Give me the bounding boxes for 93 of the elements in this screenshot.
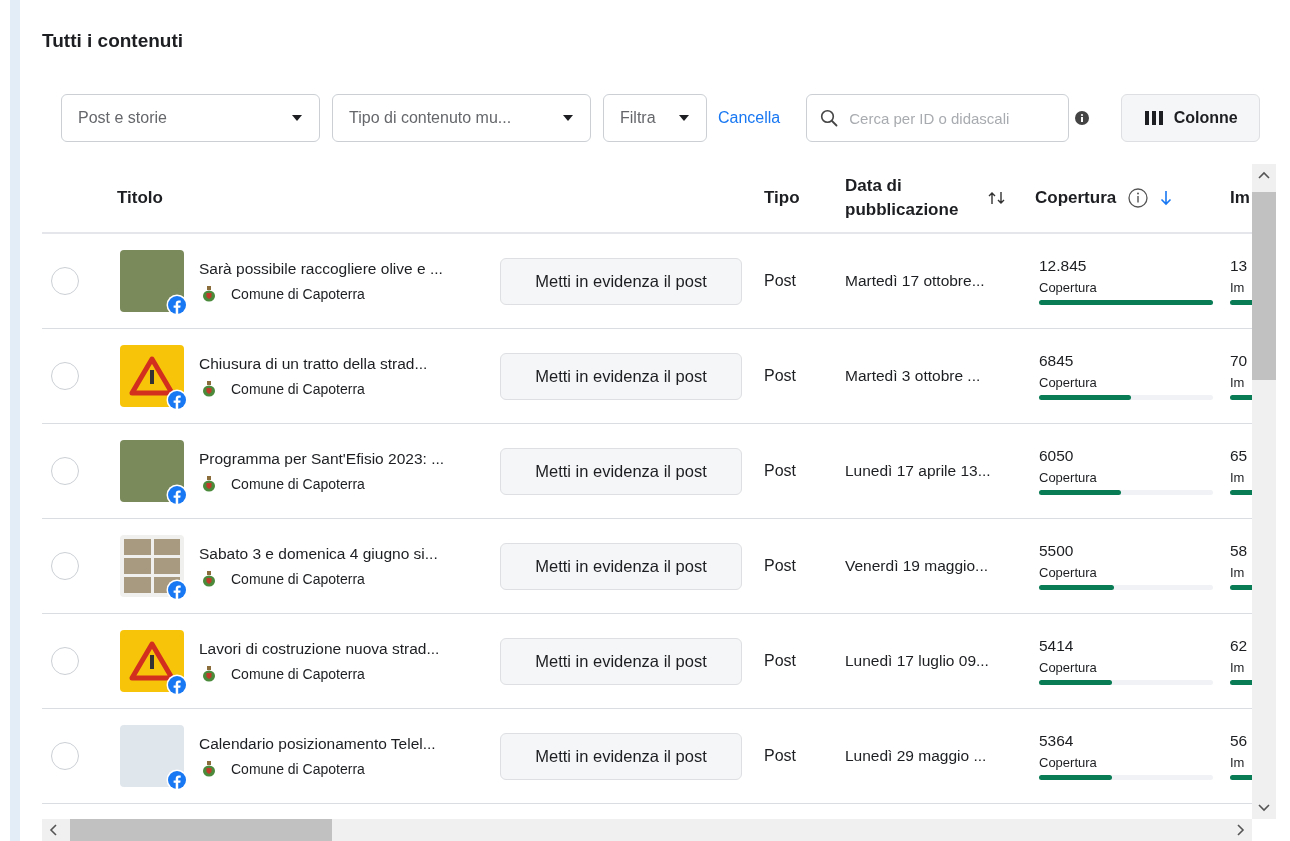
reach-value: 6845 xyxy=(1039,352,1075,370)
page-name: Comune di Capoterra xyxy=(231,761,365,777)
crest-icon xyxy=(202,571,216,587)
column-header: Tipo xyxy=(764,188,800,208)
filter-dropdown[interactable]: Filtra xyxy=(603,94,707,142)
filter-dropdown[interactable]: Tipo di contenuto mu... xyxy=(332,94,591,142)
post-title[interactable]: Chiusura di un tratto della strad... xyxy=(199,355,428,373)
metric-label: Im xyxy=(1230,375,1246,390)
search-field[interactable]: Cerca per ID o didascali xyxy=(806,94,1070,142)
post-title[interactable]: Programma per Sant'Efisio 2023: ... xyxy=(199,450,445,468)
post-title[interactable]: Sabato 3 e domenica 4 giugno si... xyxy=(199,545,438,563)
metric-label: Copertura xyxy=(1039,660,1098,675)
column-header: Im xyxy=(1230,188,1250,208)
boost-post-button[interactable]: Metti in evidenza il post xyxy=(500,257,742,305)
reach-value: 5500 xyxy=(1039,542,1075,560)
facebook-badge-icon xyxy=(166,389,188,411)
post-type: Post xyxy=(764,367,796,384)
column-header[interactable]: Copertura xyxy=(1035,188,1117,208)
post-title[interactable]: Sarà possibile raccogliere olive e ... xyxy=(199,260,443,278)
reach-value: 5414 xyxy=(1039,637,1075,655)
post-type: Post xyxy=(764,462,796,479)
filter-dropdown[interactable]: Post e storie xyxy=(61,94,320,142)
vertical-scrollbar[interactable] xyxy=(1252,164,1276,819)
scroll-right-icon[interactable] xyxy=(1236,823,1246,837)
metric-value: 65 xyxy=(1230,447,1249,465)
info-icon[interactable] xyxy=(1075,111,1090,125)
facebook-badge-icon xyxy=(166,579,188,601)
info-icon[interactable] xyxy=(1128,188,1149,208)
scroll-down-icon[interactable] xyxy=(1257,803,1271,813)
facebook-badge-icon xyxy=(166,294,188,316)
column-header: Titolo xyxy=(117,188,163,208)
search-icon xyxy=(820,109,839,127)
sort-down-arrow-icon[interactable] xyxy=(1160,190,1173,206)
section-title: Tutti i contenuti xyxy=(42,30,184,52)
crest-icon xyxy=(202,476,216,492)
publish-date: Lunedì 29 maggio ... xyxy=(845,747,987,764)
publish-date: Martedì 17 ottobre... xyxy=(845,272,985,289)
columns-icon xyxy=(1143,110,1164,126)
facebook-badge-icon xyxy=(166,484,188,506)
post-type: Post xyxy=(764,652,796,669)
page-name: Comune di Capoterra xyxy=(231,476,365,492)
metric-label: Im xyxy=(1230,470,1246,485)
metric-label: Copertura xyxy=(1039,755,1098,770)
boost-post-button[interactable]: Metti in evidenza il post xyxy=(500,637,742,685)
metric-label: Im xyxy=(1230,755,1246,770)
metric-label: Im xyxy=(1230,280,1246,295)
metric-label: Im xyxy=(1230,660,1246,675)
crest-icon xyxy=(202,286,216,302)
metric-label: Copertura xyxy=(1039,280,1098,295)
facebook-badge-icon xyxy=(166,674,188,696)
post-title[interactable]: Lavori di costruzione nuova strad... xyxy=(199,640,440,658)
page-name: Comune di Capoterra xyxy=(231,666,365,682)
post-type: Post xyxy=(764,272,796,289)
post-type: Post xyxy=(764,747,796,764)
page-name: Comune di Capoterra xyxy=(231,286,365,302)
sort-icon[interactable] xyxy=(988,191,1006,205)
scroll-left-icon[interactable] xyxy=(48,823,58,837)
reach-value: 12.845 xyxy=(1039,257,1088,275)
reach-value: 5364 xyxy=(1039,732,1075,750)
metric-value: 62 xyxy=(1230,637,1249,655)
caret-icon xyxy=(562,114,574,122)
post-title[interactable]: Calendario posizionamento Telel... xyxy=(199,735,436,753)
page-name: Comune di Capoterra xyxy=(231,571,365,587)
horizontal-scrollbar[interactable] xyxy=(42,819,1252,841)
scroll-up-icon[interactable] xyxy=(1257,170,1271,180)
metric-value: 58 xyxy=(1230,542,1249,560)
metric-label: Copertura xyxy=(1039,470,1098,485)
caret-icon xyxy=(678,114,690,122)
page-name: Comune di Capoterra xyxy=(231,381,365,397)
boost-post-button[interactable]: Metti in evidenza il post xyxy=(500,732,742,780)
columns-button[interactable]: Colonne xyxy=(1121,94,1261,142)
publish-date: Martedì 3 ottobre ... xyxy=(845,367,981,384)
metric-value: 70 xyxy=(1230,352,1249,370)
publish-date: Lunedì 17 luglio 09... xyxy=(845,652,989,669)
crest-icon xyxy=(202,381,216,397)
boost-post-button[interactable]: Metti in evidenza il post xyxy=(500,542,742,590)
clear-link[interactable]: Cancella xyxy=(718,109,781,127)
boost-post-button[interactable]: Metti in evidenza il post xyxy=(500,447,742,495)
reach-value: 6050 xyxy=(1039,447,1075,465)
crest-icon xyxy=(202,761,216,777)
column-header[interactable]: Data di pubblicazione xyxy=(845,174,980,222)
publish-date: Venerdì 19 maggio... xyxy=(845,557,989,574)
boost-post-button[interactable]: Metti in evidenza il post xyxy=(500,352,742,400)
crest-icon xyxy=(202,666,216,682)
caret-icon xyxy=(291,114,303,122)
metric-value: 56 xyxy=(1230,732,1249,750)
publish-date: Lunedì 17 aprile 13... xyxy=(845,462,991,479)
metric-label: Im xyxy=(1230,565,1246,580)
metric-label: Copertura xyxy=(1039,375,1098,390)
post-type: Post xyxy=(764,557,796,574)
metric-label: Copertura xyxy=(1039,565,1098,580)
facebook-badge-icon xyxy=(166,769,188,791)
metric-value: 13 xyxy=(1230,257,1249,275)
